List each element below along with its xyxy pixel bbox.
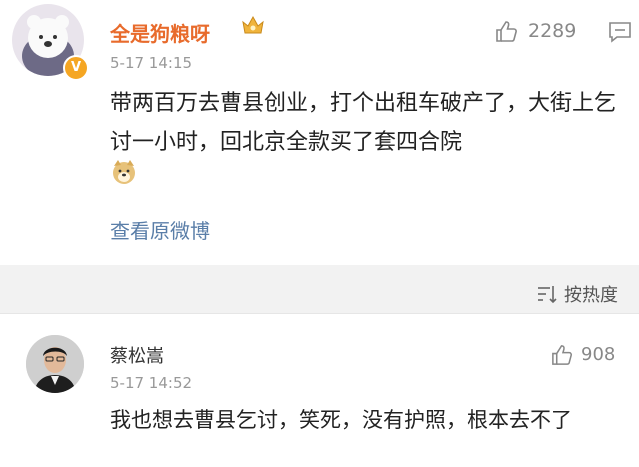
sort-by-popularity-button[interactable]: 按热度 xyxy=(536,281,618,307)
verified-badge: V xyxy=(63,55,89,81)
sort-label: 按热度 xyxy=(564,285,618,306)
comment-icon[interactable] xyxy=(608,21,632,43)
sort-icon xyxy=(536,283,558,305)
view-original-weibo-link[interactable]: 查看原微博 xyxy=(110,215,210,244)
like-icon[interactable] xyxy=(494,19,519,44)
comment-author-name[interactable]: 蔡松嵩 xyxy=(110,342,164,368)
comment-timestamp: 5-17 14:15 xyxy=(110,54,193,72)
like-count: 2289 xyxy=(528,20,577,42)
comment-text: 带两百万去曹县创业，打个出租车破产了，大街上乞讨一小时，回北京全款买了套四合院 xyxy=(110,91,617,155)
comment-text: 我也想去曹县乞讨，笑死，没有护照，根本去不了 xyxy=(110,408,572,432)
comment-timestamp: 5-17 14:52 xyxy=(110,374,193,392)
comment-card-2 xyxy=(0,313,639,467)
avatar[interactable] xyxy=(26,335,84,393)
vip-crown-icon xyxy=(241,14,265,36)
like-count: 908 xyxy=(581,344,616,365)
doge-emoji-icon xyxy=(110,158,138,186)
like-icon[interactable] xyxy=(550,343,574,367)
comment-author-name[interactable]: 全是狗粮呀 xyxy=(110,18,210,47)
